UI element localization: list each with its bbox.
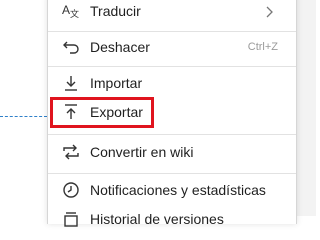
keyboard-shortcut: Ctrl+Z [247,41,278,53]
import-icon [62,74,80,92]
menu-item-label: Deshacer [90,39,150,55]
menu-item-label: Importar [90,75,143,91]
menu-item-notifications-stats[interactable]: Notificaciones y estadísticas [48,175,296,205]
undo-icon [62,38,80,56]
menu-separator [48,134,296,135]
menu-item-label: Traducir [90,3,141,19]
highlight-annotation [50,97,154,128]
svg-text:A: A [62,3,70,17]
history-icon [62,210,80,228]
clock-icon [62,181,80,199]
menu-item-convert-wiki[interactable]: Convertir en wiki [48,137,296,167]
menu-item-translate[interactable]: A 文 Traducir [48,0,296,26]
dashed-connector-line [0,116,47,117]
menu-separator [48,66,296,67]
chevron-right-icon [264,5,274,18]
svg-text:文: 文 [70,8,79,19]
menu-item-label: Historial de versiones [90,211,224,227]
menu-item-import[interactable]: Importar [48,68,296,98]
translate-icon: A 文 [62,2,80,20]
convert-wiki-icon [62,143,80,161]
menu-item-version-history[interactable]: Historial de versiones [48,204,296,234]
background-canvas [0,0,47,216]
menu-item-label: Convertir en wiki [90,144,194,160]
menu-separator [48,173,296,174]
menu-item-undo[interactable]: Deshacer Ctrl+Z [48,32,296,62]
background-panel [296,0,316,216]
menu-item-label: Notificaciones y estadísticas [90,182,266,198]
